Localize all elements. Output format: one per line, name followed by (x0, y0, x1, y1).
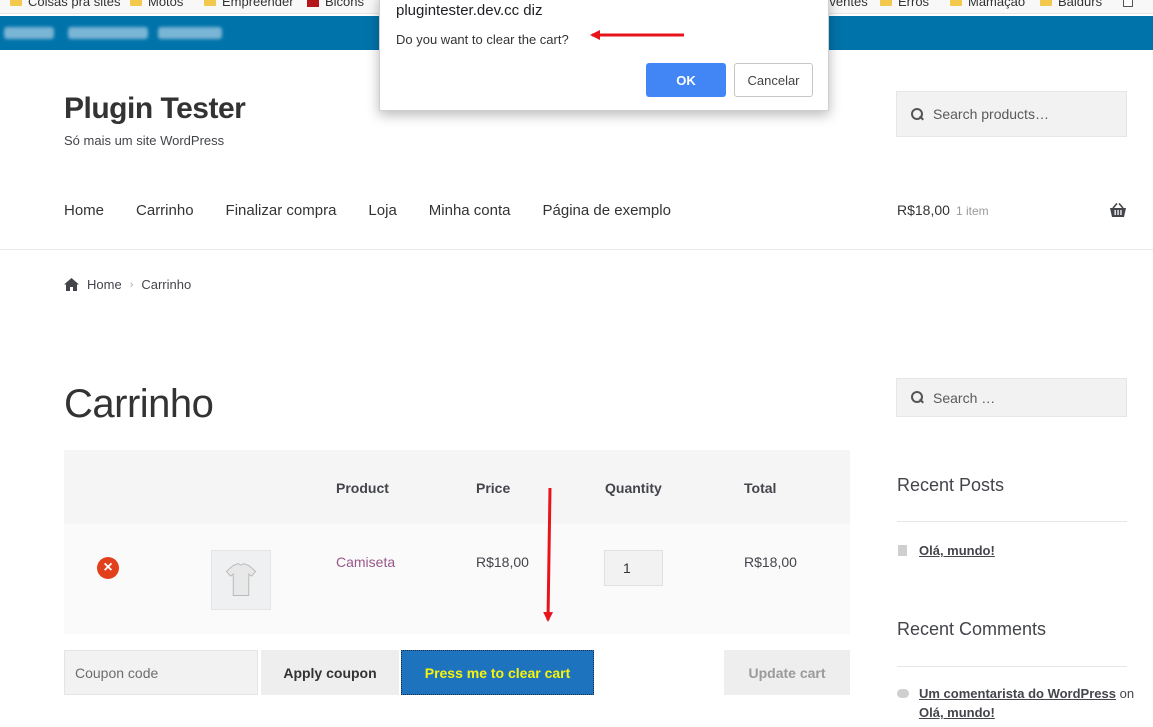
product-thumbnail[interactable] (211, 550, 271, 610)
site-title[interactable]: Plugin Tester (64, 92, 246, 126)
primary-nav: Home Carrinho Finalizar compra Loja Minh… (64, 202, 703, 219)
search-icon (911, 391, 924, 404)
bookmark-label: Baldurs (1058, 0, 1103, 9)
column-header-product: Product (336, 480, 389, 496)
confirm-dialog: plugintester.dev.cc diz Do you want to c… (379, 0, 829, 111)
breadcrumb-current: Carrinho (141, 277, 192, 292)
update-cart-button[interactable]: Update cart (724, 650, 850, 695)
home-icon (64, 278, 79, 291)
nav-item-carrinho[interactable]: Carrinho (136, 202, 194, 219)
nav-item-pagina-de-exemplo[interactable]: Página de exemplo (543, 202, 671, 219)
bookmark-page[interactable] (1123, 0, 1133, 11)
nav-item-loja[interactable]: Loja (368, 202, 396, 219)
quantity-input[interactable]: 1 (604, 550, 663, 586)
cancel-button[interactable]: Cancelar (734, 63, 813, 97)
page-icon (1123, 0, 1133, 7)
bookmark-label: Empreender (222, 0, 294, 9)
bookmark-label: Mamação (968, 0, 1026, 9)
dialog-origin: plugintester.dev.cc diz (396, 2, 543, 19)
bookmark-mamacao[interactable]: Mamação (950, 0, 1025, 11)
header-cart[interactable]: R$18,00 1 item (897, 202, 1127, 222)
breadcrumb-home[interactable]: Home (87, 277, 122, 292)
column-header-total: Total (744, 480, 777, 496)
bookmark-erros[interactable]: Erros (880, 0, 929, 11)
chevron-right-icon: › (129, 278, 134, 291)
widget-divider (897, 521, 1127, 522)
sidebar-search-input[interactable]: Search … (896, 378, 1127, 417)
search-icon (911, 107, 924, 121)
bookmark-empreender[interactable]: Empreender (204, 0, 294, 11)
column-header-quantity: Quantity (605, 480, 662, 496)
bookmark-coisas[interactable]: Coisas pra sites (10, 0, 120, 11)
document-icon (898, 545, 907, 556)
folder-icon (130, 0, 142, 6)
folder-icon (880, 0, 892, 6)
table-row (64, 524, 850, 634)
header-divider (0, 249, 1153, 250)
header-cart-total: R$18,00 (897, 202, 950, 218)
comment-author-link[interactable]: Um comentarista do WordPress (919, 686, 1116, 701)
nav-item-minha-conta[interactable]: Minha conta (429, 202, 511, 219)
recent-post-link[interactable]: Olá, mundo! (919, 543, 995, 558)
search-placeholder: Search … (933, 389, 996, 406)
breadcrumb: Home › Carrinho (64, 277, 191, 292)
search-placeholder: Search products… (933, 106, 1049, 122)
bookmark-label: Erros (898, 0, 930, 9)
basket-icon (1110, 203, 1126, 217)
recent-comments-title: Recent Comments (897, 619, 1047, 639)
tshirt-icon (225, 562, 257, 596)
nav-item-home[interactable]: Home (64, 202, 104, 219)
product-price: R$18,00 (476, 554, 529, 570)
blurred-admin-item[interactable] (158, 27, 222, 39)
blurred-admin-item[interactable] (68, 27, 148, 39)
clear-cart-button[interactable]: Press me to clear cart (401, 650, 594, 695)
comment-post-link[interactable]: Olá, mundo! (919, 705, 995, 720)
product-name-link[interactable]: Camiseta (336, 554, 395, 570)
site-description: Só mais um site WordPress (64, 133, 225, 148)
folder-icon (1040, 0, 1052, 6)
folder-icon (950, 0, 962, 6)
nav-item-finalizar-compra[interactable]: Finalizar compra (226, 202, 337, 219)
remove-item-icon[interactable]: × (97, 557, 119, 579)
apply-coupon-button[interactable]: Apply coupon (261, 650, 399, 695)
folder-icon (10, 0, 22, 6)
header-cart-count: 1 item (955, 204, 989, 218)
dialog-message: Do you want to clear the cart? (396, 32, 569, 47)
comment-on-label: on (1119, 686, 1135, 701)
bookmark-baldurs[interactable]: Baldurs (1040, 0, 1102, 11)
recent-comment: Um comentarista do WordPress on (919, 686, 1134, 701)
bookmark-bicons[interactable]: Bicons (307, 0, 364, 11)
widget-divider (897, 666, 1127, 667)
product-subtotal: R$18,00 (744, 554, 797, 570)
comment-icon (897, 689, 909, 698)
coupon-code-input[interactable]: Coupon code (64, 650, 258, 695)
bookmark-motos[interactable]: Motos (130, 0, 183, 11)
recent-posts-title: Recent Posts (897, 475, 1005, 495)
page-title: Carrinho (64, 382, 214, 426)
column-header-price: Price (476, 480, 511, 496)
folder-icon (204, 0, 216, 6)
bookmark-icon (307, 0, 319, 7)
blurred-admin-item[interactable] (4, 27, 54, 39)
ok-button[interactable]: OK (646, 63, 726, 97)
bookmark-label: Bicons (325, 0, 365, 9)
cart-table-header (64, 450, 850, 524)
bookmark-label: Motos (148, 0, 184, 9)
bookmark-label: Coisas pra sites (28, 0, 121, 9)
product-search-input[interactable]: Search products… (896, 91, 1127, 137)
